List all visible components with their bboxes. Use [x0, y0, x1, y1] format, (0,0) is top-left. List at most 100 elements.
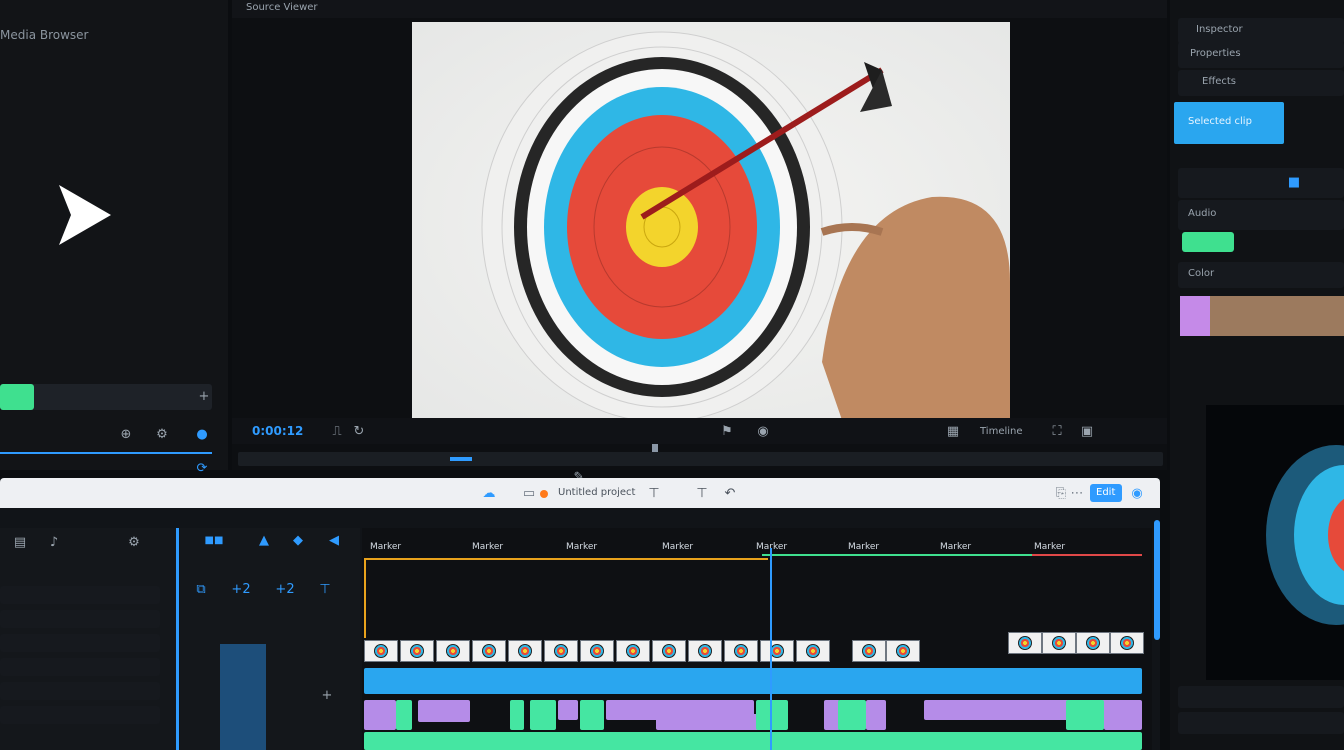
clip-thumbnail[interactable]: [580, 640, 614, 662]
clip-violet[interactable]: [866, 700, 886, 730]
clip-thumbnail[interactable]: [616, 640, 650, 662]
export-button[interactable]: Edit: [1090, 484, 1122, 502]
clip-violet[interactable]: [1104, 700, 1142, 730]
right-row-0[interactable]: Inspector: [1178, 18, 1344, 44]
folder-icon[interactable]: ▭: [522, 486, 536, 501]
mute-icon[interactable]: ◀: [326, 532, 342, 548]
ripple-icon[interactable]: +2: [275, 580, 294, 598]
timeline-divider[interactable]: [176, 528, 179, 750]
clip-thumbnail[interactable]: [1042, 632, 1076, 654]
selected-clip-button[interactable]: Selected clip: [1174, 102, 1284, 144]
marker-2[interactable]: Marker: [566, 542, 597, 552]
track-row-1[interactable]: [0, 586, 160, 604]
clip-thumbnail[interactable]: [472, 640, 506, 662]
clip-violet[interactable]: [418, 700, 470, 722]
track-row-2[interactable]: [0, 610, 160, 628]
add-track-icon[interactable]: +: [320, 688, 334, 703]
marker-7[interactable]: Marker: [1034, 542, 1065, 552]
pin-icon[interactable]: ◉: [754, 422, 772, 440]
marker-0[interactable]: Marker: [370, 542, 401, 552]
clip-green[interactable]: [530, 700, 556, 730]
marker-5[interactable]: Marker: [848, 542, 879, 552]
track-row-3[interactable]: [0, 634, 160, 652]
link-track-icon[interactable]: ⧉: [192, 580, 210, 598]
right-row-1[interactable]: Properties: [1178, 42, 1344, 68]
track-row-6[interactable]: [0, 706, 160, 724]
marker-icon[interactable]: ⎍: [328, 422, 346, 440]
gear-icon[interactable]: ⚙: [126, 534, 142, 550]
clip-thumbnail[interactable]: [886, 640, 920, 662]
clip-violet[interactable]: [558, 700, 578, 720]
clip-violet[interactable]: [656, 714, 762, 730]
clip-thumbnail[interactable]: [760, 640, 794, 662]
track-label-icon[interactable]: ■■: [194, 532, 234, 548]
clip-thumbnail[interactable]: [508, 640, 542, 662]
clip-green[interactable]: [580, 700, 604, 730]
info-icon[interactable]: ●: [190, 424, 214, 444]
snap-icon[interactable]: ⊤: [316, 580, 334, 598]
toggle-icon[interactable]: ■: [1286, 174, 1302, 190]
clip-thumbnail[interactable]: [688, 640, 722, 662]
clip-thumbnail[interactable]: [436, 640, 470, 662]
audio-icon[interactable]: ♪: [46, 534, 62, 550]
clip-green[interactable]: [838, 700, 866, 730]
clip-thumbnail[interactable]: [1110, 632, 1144, 654]
clip-green[interactable]: [756, 700, 788, 730]
right-row-6[interactable]: [1178, 686, 1344, 708]
lock-icon[interactable]: ▲: [256, 532, 272, 548]
right-row-7[interactable]: [1178, 712, 1344, 734]
clip-green[interactable]: [510, 700, 524, 730]
settings-icon[interactable]: ⚙: [150, 424, 174, 444]
window-icon[interactable]: ▣: [1078, 422, 1096, 440]
loop-icon[interactable]: ↻: [350, 422, 368, 440]
more-icon[interactable]: ⋯: [1070, 486, 1084, 501]
track-row-5[interactable]: [0, 682, 160, 700]
clip-thumbnail[interactable]: [544, 640, 578, 662]
viewer-scrub-bar[interactable]: [238, 452, 1163, 466]
fullscreen-icon[interactable]: ⛶: [1048, 422, 1066, 440]
color-swatch-violet[interactable]: [1180, 296, 1210, 336]
in-out-range-left: [364, 558, 366, 638]
audio-clip-green[interactable]: [364, 732, 1142, 750]
clip-green[interactable]: [396, 700, 412, 730]
marker-1[interactable]: Marker: [472, 542, 503, 552]
settings-circle-icon[interactable]: ◉: [1128, 484, 1146, 502]
grid-icon[interactable]: ▦: [944, 422, 962, 440]
share-icon[interactable]: ⎘: [1054, 486, 1068, 501]
plus-circle-icon[interactable]: ⊕: [116, 424, 136, 444]
play-icon[interactable]: [40, 170, 130, 260]
clip-thumbnail[interactable]: [724, 640, 758, 662]
clip-thumbnail[interactable]: [796, 640, 830, 662]
film-icon[interactable]: ▤: [12, 534, 28, 550]
eye-icon[interactable]: ◆: [290, 532, 306, 548]
link-icon[interactable]: ⟳: [192, 460, 212, 476]
clip-thumbnail[interactable]: [1076, 632, 1110, 654]
clip-thumbnail[interactable]: [1008, 632, 1042, 654]
clip-green[interactable]: [1066, 700, 1104, 730]
right-row-3[interactable]: ■: [1178, 168, 1344, 198]
clip-thumbnail[interactable]: [364, 640, 398, 662]
green-toggle[interactable]: [1182, 232, 1234, 252]
cursor-icon[interactable]: ⊤: [648, 486, 660, 501]
toolbar-title: Untitled project: [558, 487, 636, 498]
timeline-scrollbar[interactable]: [1154, 520, 1160, 640]
right-row-5[interactable]: Color: [1178, 262, 1344, 288]
cloud-icon[interactable]: ☁: [482, 486, 496, 501]
video-clip-blue[interactable]: [364, 668, 1142, 694]
cut-icon[interactable]: ⊤: [696, 486, 708, 501]
track-row-4[interactable]: [0, 658, 160, 676]
split-icon[interactable]: +2: [231, 580, 250, 598]
left-slider[interactable]: [0, 384, 212, 410]
playhead[interactable]: [770, 548, 772, 750]
marker-3[interactable]: Marker: [662, 542, 693, 552]
right-row-4[interactable]: Audio: [1178, 200, 1344, 230]
clip-thumbnail[interactable]: [400, 640, 434, 662]
clip-thumbnail[interactable]: [852, 640, 886, 662]
bookmark-icon[interactable]: ⚑: [718, 422, 736, 440]
clip-violet[interactable]: [364, 700, 396, 730]
undo-icon[interactable]: ↶: [724, 486, 736, 501]
clip-thumbnail[interactable]: [652, 640, 686, 662]
plus-icon[interactable]: +: [196, 386, 212, 406]
marker-6[interactable]: Marker: [940, 542, 971, 552]
right-row-2[interactable]: Effects: [1178, 70, 1344, 96]
